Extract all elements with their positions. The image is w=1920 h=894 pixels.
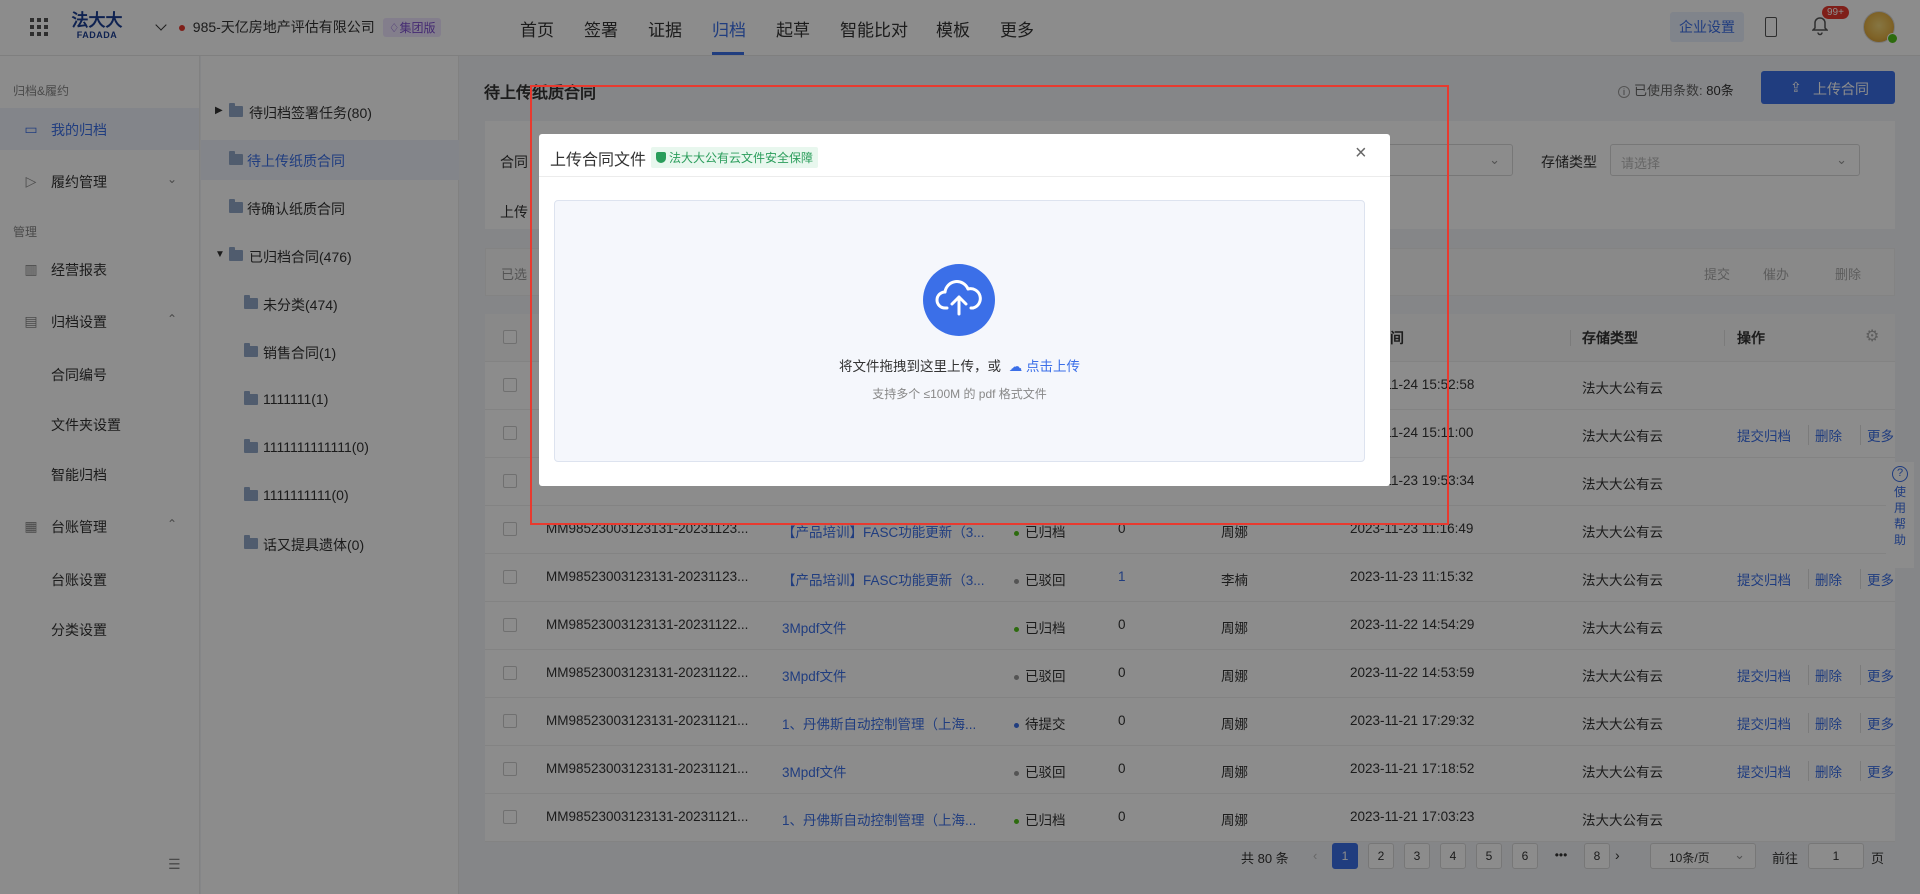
highlight-annotation-box [530,85,1449,525]
